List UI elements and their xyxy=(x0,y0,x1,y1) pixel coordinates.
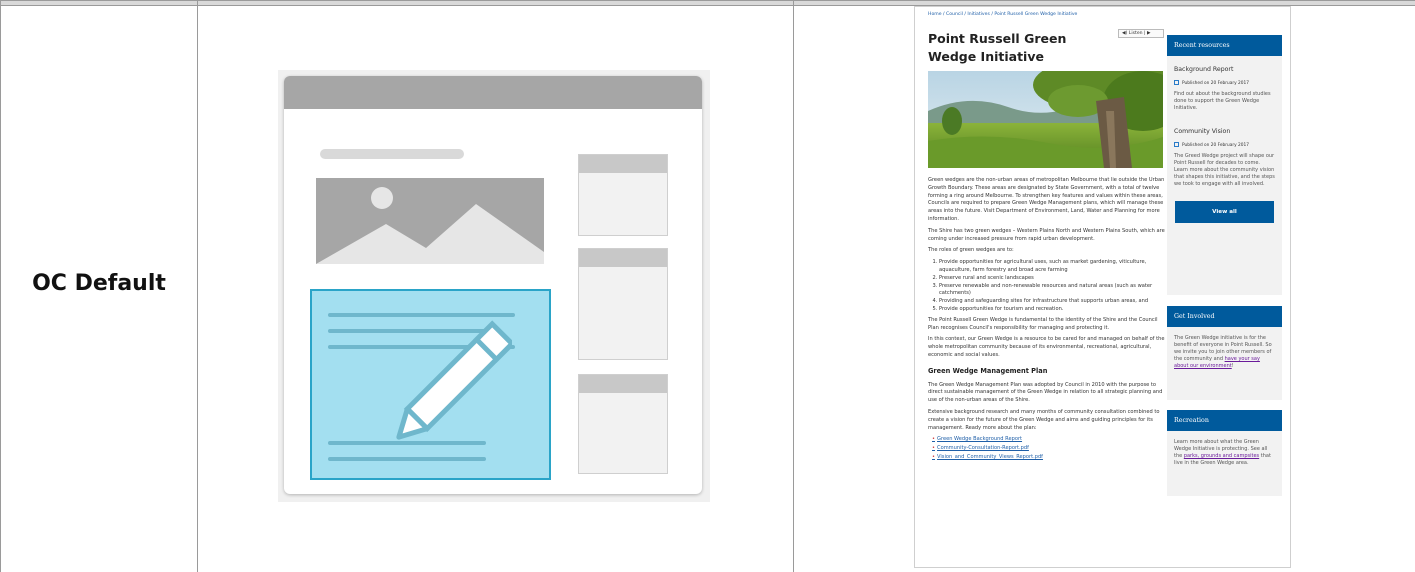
illustration-card xyxy=(284,76,702,494)
header-bar xyxy=(284,76,702,109)
resource-title[interactable]: Background Report xyxy=(1174,66,1275,73)
resource-desc: Find out about the background studies do… xyxy=(1174,91,1271,111)
panel-heading: Recreation xyxy=(1167,410,1282,431)
roles-list: Provide opportunities for agricultural u… xyxy=(939,259,1166,314)
image-placeholder-icon xyxy=(316,178,544,264)
resource-item[interactable]: Community Vision Published on 20 Februar… xyxy=(1167,128,1282,188)
sidebar-block xyxy=(578,154,668,236)
resource-date: Published on 20 February 2017 xyxy=(1174,142,1275,149)
editable-content-block xyxy=(310,289,551,480)
article-body: Green wedges are the non-urban areas of … xyxy=(928,177,1166,463)
list-item: Preserve rural and scenic landscapes xyxy=(939,275,1166,283)
sidebar-block xyxy=(578,374,668,474)
document-link[interactable]: • Community-Consultation-Report.pdf xyxy=(932,445,1166,453)
row-label: OC Default xyxy=(32,271,166,296)
layout-illustration xyxy=(278,70,710,502)
page-title: Point Russell Green Wedge Initiative xyxy=(928,31,1067,64)
listen-button[interactable]: ◀) Listen | ▶ xyxy=(1118,29,1164,38)
paragraph: Extensive background research and many m… xyxy=(928,408,1160,431)
document-list: • Green Wedge Background Report • Communit… xyxy=(932,436,1166,461)
panel-text: The Green Wedge initiative is for the be… xyxy=(1174,335,1272,369)
breadcrumb[interactable]: Home / Council / Initiatives / Point Rus… xyxy=(928,12,1077,17)
parks-link[interactable]: parks, grounds and campsites xyxy=(1184,453,1259,459)
paragraph: The Point Russell Green Wedge is fundame… xyxy=(928,316,1158,331)
pdf-icon: • xyxy=(932,445,936,452)
panel-heading: Get Involved xyxy=(1167,306,1282,327)
page-screenshot: Home / Council / Initiatives / Point Rus… xyxy=(914,6,1291,568)
calendar-icon xyxy=(1174,80,1179,85)
document-link[interactable]: • Green Wedge Background Report xyxy=(932,436,1166,444)
hero-photo xyxy=(928,71,1163,168)
sidebar-block xyxy=(578,248,668,360)
list-item: Providing and safeguarding sites for inf… xyxy=(939,298,1166,306)
resource-desc: The Greed Wedge project will shape our P… xyxy=(1174,153,1275,187)
resource-title[interactable]: Community Vision xyxy=(1174,128,1275,135)
view-all-button[interactable]: View all xyxy=(1175,201,1274,223)
pdf-icon: • xyxy=(932,436,936,443)
list-item: Provide opportunities for agricultural u… xyxy=(939,259,1166,275)
recreation-panel: Recreation Learn more about what the Gre… xyxy=(1167,410,1282,496)
list-item: Provide opportunities for tourism and re… xyxy=(939,306,1166,314)
pdf-icon: • xyxy=(932,453,936,460)
get-involved-panel: Get Involved The Green Wedge initiative … xyxy=(1167,306,1282,400)
section-heading: Green Wedge Management Plan xyxy=(928,366,1048,375)
resource-item[interactable]: Background Report Published on 20 Februa… xyxy=(1167,66,1282,112)
list-item: Preserve renewable and non-renewable res… xyxy=(939,283,1166,299)
paragraph: The Green Wedge Management Plan was adop… xyxy=(928,381,1163,404)
paragraph: In this context, our Green Wedge is a re… xyxy=(928,336,1165,358)
panel-heading: Recent resources xyxy=(1167,35,1282,56)
paragraph: The roles of green wedges are to: xyxy=(928,247,1014,254)
paragraph: Green wedges are the non-urban areas of … xyxy=(928,177,1165,222)
paragraph: The Shire has two green wedges – Western… xyxy=(928,227,1165,242)
pencil-icon xyxy=(396,320,512,440)
document-link[interactable]: • Vision_and_Community_Views_Report.pdf xyxy=(932,454,1166,462)
recent-resources-panel: Recent resources Background Report Publi… xyxy=(1167,35,1282,295)
resource-date: Published on 20 February 2017 xyxy=(1174,80,1275,87)
panel-text: Learn more about what the Green Wedge In… xyxy=(1174,439,1271,466)
calendar-icon xyxy=(1174,142,1179,147)
title-placeholder xyxy=(320,149,464,159)
